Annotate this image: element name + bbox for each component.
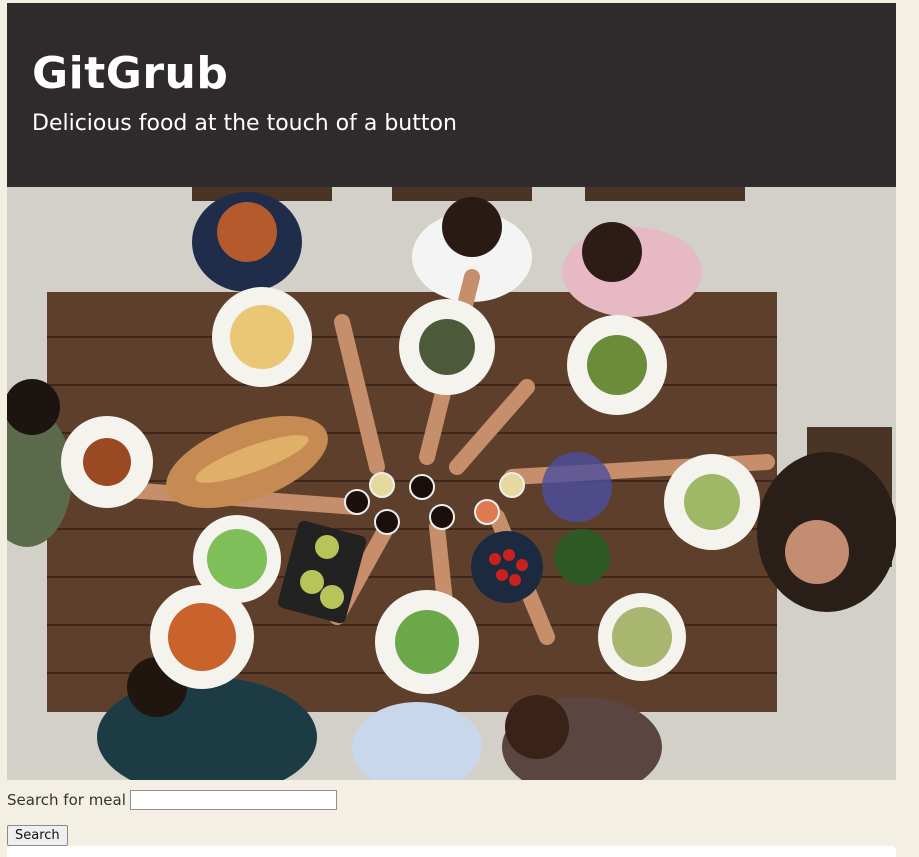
site-title: GitGrub: [32, 48, 229, 99]
site-header: GitGrub Delicious food at the touch of a…: [7, 3, 896, 187]
results-panel: [7, 846, 896, 857]
hero-image: [7, 187, 896, 780]
search-row: Search for meal: [7, 789, 337, 811]
site-tagline: Delicious food at the touch of a button: [32, 111, 457, 136]
page: GitGrub Delicious food at the touch of a…: [0, 0, 919, 857]
search-label: Search for meal: [7, 791, 126, 809]
search-button[interactable]: Search: [7, 825, 68, 846]
search-input[interactable]: [129, 790, 337, 810]
